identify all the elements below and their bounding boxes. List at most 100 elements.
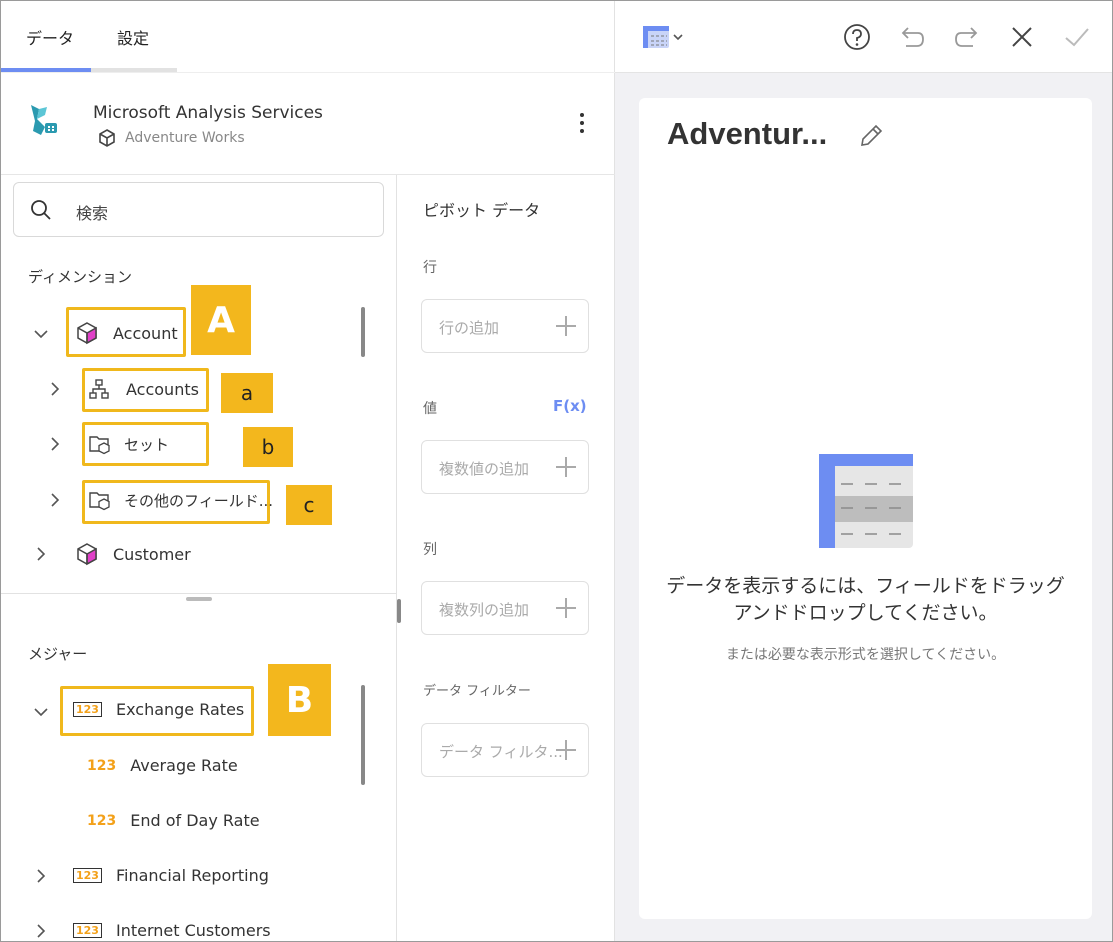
tree-item-label: Financial Reporting	[115, 866, 269, 885]
app-window: データ 設定 Microsoft Analysis Services Adven…	[0, 0, 1113, 942]
more-options-icon[interactable]	[573, 109, 591, 137]
edit-pencil-icon[interactable]	[857, 122, 885, 150]
search-field[interactable]: 検索	[13, 182, 384, 237]
plus-icon	[556, 457, 576, 477]
resize-handle[interactable]	[186, 597, 212, 601]
data-source-subtitle: Adventure Works	[125, 130, 245, 146]
callout-badge-A: A	[191, 285, 251, 355]
tree-item-label: End of Day Rate	[130, 811, 260, 830]
plus-icon	[556, 316, 576, 336]
measure-group-icon: 123	[73, 923, 102, 938]
chevron-right-icon[interactable]	[48, 493, 62, 507]
visualization-type-icon[interactable]	[641, 23, 687, 51]
add-filter-text: データ フィルタ...	[439, 743, 563, 761]
tree-item-label: Average Rate	[130, 756, 238, 775]
tree-item-label: Accounts	[126, 379, 199, 399]
visualization-panel: Adventur... データを表示するには、フィールドをドラッグ アンドドロッ…	[615, 1, 1112, 941]
add-row-dropzone[interactable]: 行の追加	[421, 299, 589, 353]
tree-item-set[interactable]: セット	[88, 433, 169, 455]
tab-settings[interactable]: 設定	[117, 25, 149, 49]
folder-cube-icon	[89, 436, 110, 455]
measure-icon: 123	[87, 757, 117, 774]
tree-item-accounts[interactable]: Accounts	[88, 378, 199, 400]
plus-icon	[556, 598, 576, 618]
tree-item-label: Exchange Rates	[115, 700, 245, 719]
tab-active-indicator	[1, 68, 91, 72]
tree-item-label: Customer	[113, 544, 191, 564]
measures-scrollbar[interactable]	[361, 685, 365, 785]
tree-item-label: Internet Customers	[115, 921, 271, 940]
measure-group-icon: 123	[73, 702, 102, 717]
help-icon[interactable]	[843, 23, 871, 51]
chevron-right-icon[interactable]	[34, 869, 48, 883]
tree-item-customer[interactable]: Customer	[75, 542, 191, 566]
tree-item-other-fields[interactable]: その他のフィールド...	[88, 489, 273, 511]
cube-icon	[77, 543, 97, 566]
formula-button[interactable]: F(x)	[553, 397, 587, 415]
pivot-panel: ピボット データ 行 行の追加 値 F(x) 複数値の追加 列 複数列の追加 デ…	[397, 175, 615, 941]
redo-icon[interactable]	[953, 23, 981, 51]
measure-group-icon: 123	[73, 868, 102, 883]
tree-item-label: その他のフィールド...	[124, 491, 274, 510]
dimensions-scrollbar[interactable]	[361, 307, 365, 357]
callout-badge-B: B	[268, 664, 331, 736]
pivot-title: ピボット データ	[423, 201, 541, 220]
dimensions-title: ディメンション	[28, 268, 132, 286]
data-source-header: Microsoft Analysis Services Adventure Wo…	[1, 73, 615, 175]
empty-state-message: データを表示するには、フィールドをドラッグ アンドドロップしてください。	[639, 573, 1092, 627]
tree-item-internet-customers[interactable]: 123 Internet Customers	[73, 921, 271, 940]
left-panel: データ 設定 Microsoft Analysis Services Adven…	[1, 1, 615, 941]
confirm-check-icon[interactable]	[1063, 23, 1091, 51]
field-list: 検索 ディメンション Account A Accounts a セット b その…	[1, 175, 397, 941]
chevron-right-icon[interactable]	[48, 437, 62, 451]
close-icon[interactable]	[1008, 23, 1036, 51]
plus-icon	[556, 740, 576, 760]
tree-item-exchange-rates[interactable]: 123 Exchange Rates	[73, 700, 244, 719]
tab-data[interactable]: データ	[26, 25, 74, 49]
tab-bar: データ 設定	[1, 1, 615, 73]
tree-item-account[interactable]: Account	[75, 321, 178, 345]
chevron-down-icon[interactable]	[34, 705, 48, 719]
rows-label: 行	[423, 260, 437, 276]
search-icon	[31, 200, 51, 220]
values-label: 値	[423, 401, 437, 417]
add-values-dropzone[interactable]: 複数値の追加	[421, 440, 589, 494]
callout-badge-a: a	[221, 373, 273, 413]
add-row-text: 行の追加	[439, 319, 500, 337]
hierarchy-icon	[89, 379, 109, 399]
empty-message-line1: データを表示するには、フィールドをドラッグ	[666, 575, 1065, 597]
data-source-subtitle-row: Adventure Works	[97, 128, 245, 148]
empty-message-line2: アンドドロップしてください。	[733, 602, 998, 624]
undo-icon[interactable]	[898, 23, 926, 51]
add-columns-dropzone[interactable]: 複数列の追加	[421, 581, 589, 635]
measure-icon: 123	[87, 812, 117, 829]
chevron-right-icon[interactable]	[34, 924, 48, 938]
folder-cube-icon	[89, 492, 110, 511]
tree-item-end-of-day-rate[interactable]: 123 End of Day Rate	[87, 811, 260, 830]
data-source-title: Microsoft Analysis Services	[93, 103, 323, 123]
tab-indicator-track	[91, 68, 177, 72]
chevron-down-icon[interactable]	[34, 327, 48, 341]
add-values-text: 複数値の追加	[439, 460, 530, 478]
empty-state-subtext: または必要な表示形式を選択してください。	[725, 647, 1006, 663]
data-filter-label: データ フィルター	[423, 684, 531, 699]
add-filter-dropzone[interactable]: データ フィルタ...	[421, 723, 589, 777]
visualization-title[interactable]: Adventur...	[667, 116, 827, 152]
section-divider	[1, 593, 397, 594]
callout-badge-c: c	[286, 485, 332, 525]
chevron-right-icon[interactable]	[48, 382, 62, 396]
editor-toolbar	[615, 1, 1112, 73]
empty-table-illustration-icon	[819, 454, 913, 548]
callout-badge-b: b	[243, 427, 293, 467]
columns-label: 列	[423, 542, 437, 558]
chevron-right-icon[interactable]	[34, 547, 48, 561]
search-input[interactable]: 検索	[76, 200, 108, 224]
tree-item-label: セット	[124, 435, 170, 454]
visualization-card: Adventur... データを表示するには、フィールドをドラッグ アンドドロッ…	[639, 98, 1092, 919]
measures-title: メジャー	[28, 645, 88, 663]
add-columns-text: 複数列の追加	[439, 601, 530, 619]
tree-item-financial-reporting[interactable]: 123 Financial Reporting	[73, 866, 269, 885]
pivot-resize-grip[interactable]	[397, 599, 401, 623]
cube-icon	[99, 129, 115, 147]
tree-item-average-rate[interactable]: 123 Average Rate	[87, 756, 238, 775]
